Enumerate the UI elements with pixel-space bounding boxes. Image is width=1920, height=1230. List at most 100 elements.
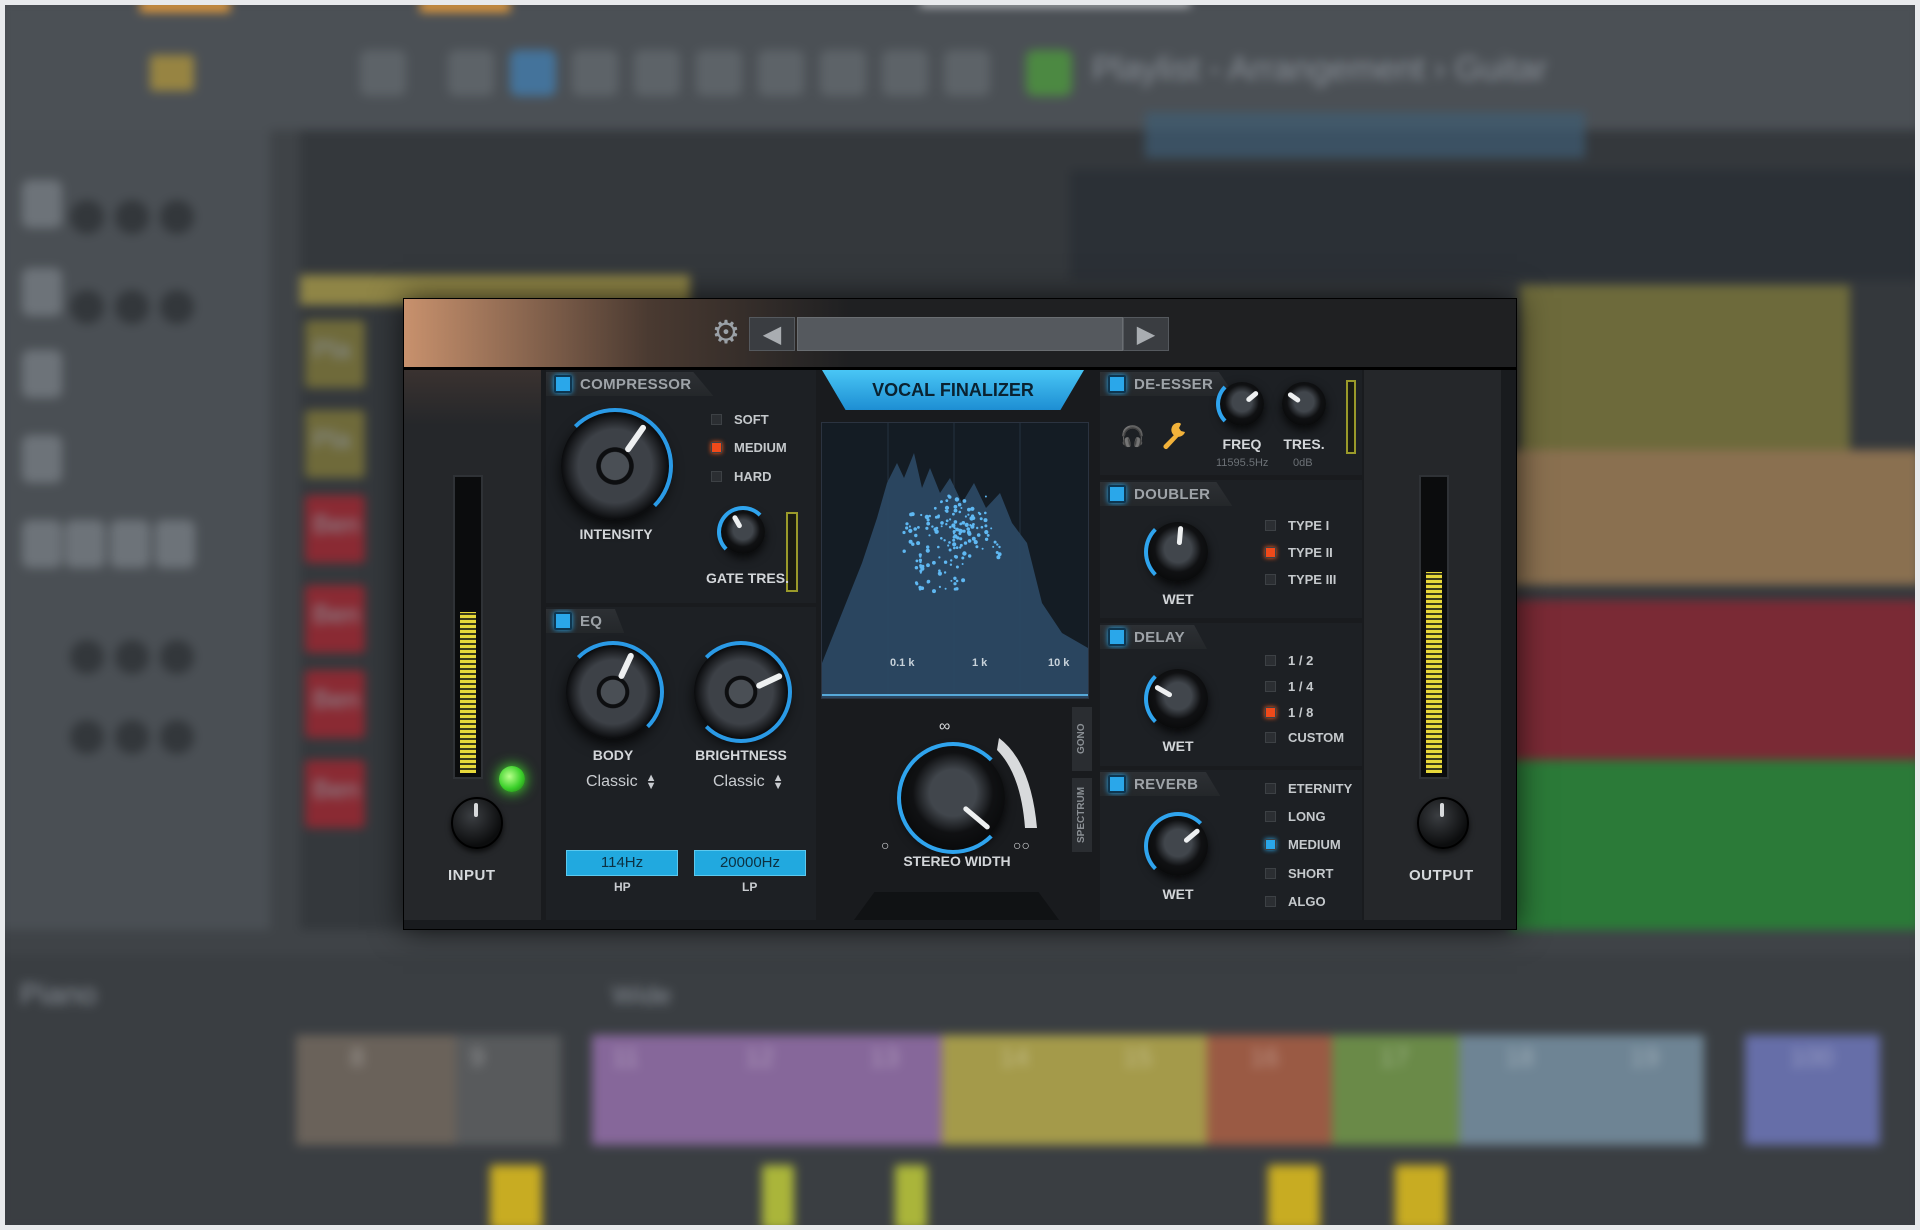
input-section: INPUT	[404, 370, 541, 920]
power-led[interactable]	[499, 766, 525, 792]
plugin-topbar: ⚙ ◀ ▶	[404, 299, 1516, 370]
intensity-label: INTENSITY	[579, 526, 653, 542]
vocal-finalizer-plugin: ⚙ ◀ ▶ INPUT OUTPUT COMPRESSOR INTENSITY …	[403, 298, 1517, 930]
magnet-icon[interactable]	[360, 50, 406, 96]
output-section: OUTPUT	[1364, 370, 1501, 920]
doubler-wet-label: WET	[1162, 591, 1194, 607]
mode-hard-option[interactable]: HARD	[711, 469, 772, 484]
lp-label: LP	[742, 880, 758, 894]
slice-icon[interactable]	[758, 50, 804, 96]
axis-tick-1k: 1 k	[972, 657, 988, 669]
deesser-enable-led[interactable]	[1108, 375, 1126, 393]
delay-title: DELAY	[1134, 628, 1185, 646]
wrench-icon[interactable]	[1158, 420, 1188, 450]
mode-soft-option[interactable]: SOFT	[711, 412, 769, 427]
input-label: INPUT	[448, 867, 496, 884]
compressor-title: COMPRESSOR	[580, 375, 692, 393]
pencil-icon[interactable]	[448, 50, 494, 96]
next-preset-button[interactable]: ▶	[1123, 317, 1169, 351]
deesser-title: DE-ESSER	[1134, 375, 1214, 393]
deesser-threshold-knob[interactable]	[1282, 382, 1326, 426]
delay-enable-led[interactable]	[1108, 628, 1126, 646]
brightness-type-selector[interactable]: Classic ▲ ▼	[713, 772, 783, 791]
stereo-width-scale	[997, 738, 1037, 828]
reverb-wet-label: WET	[1162, 886, 1194, 902]
lp-frequency-field[interactable]: 20000Hz	[694, 850, 806, 876]
eq-title: EQ	[580, 612, 603, 630]
reverb-eternity-option[interactable]: ETERNITY	[1265, 781, 1352, 796]
settings-gear-icon[interactable]: ⚙	[709, 315, 743, 349]
delay-custom-option[interactable]: CUSTOM	[1265, 730, 1344, 745]
headphones-icon[interactable]: 🎧	[1120, 424, 1145, 449]
select-icon[interactable]	[820, 50, 866, 96]
previous-preset-button[interactable]: ◀	[749, 317, 795, 351]
tres-label: TRES.	[1283, 436, 1325, 452]
stereo-width-label: STEREO WIDTH	[903, 853, 1011, 869]
spectrum-tab[interactable]: SPECTRUM	[1072, 778, 1092, 852]
mode-medium-option[interactable]: MEDIUM	[711, 440, 787, 455]
reverb-short-option[interactable]: SHORT	[1265, 866, 1334, 881]
doubler-type-2-option[interactable]: TYPE II	[1265, 545, 1333, 560]
body-knob[interactable]	[562, 641, 664, 743]
speaker-icon[interactable]	[944, 50, 990, 96]
reverb-title: REVERB	[1134, 775, 1199, 793]
input-meter	[453, 475, 483, 779]
compressor-section: COMPRESSOR INTENSITY SOFT MEDIUM HARD GA…	[546, 370, 816, 603]
hp-frequency-field[interactable]: 114Hz	[566, 850, 678, 876]
input-gain-knob[interactable]	[451, 797, 503, 849]
reverb-medium-option[interactable]: MEDIUM	[1265, 837, 1341, 852]
brush-icon[interactable]	[510, 50, 556, 96]
doubler-type-1-option[interactable]: TYPE I	[1265, 518, 1329, 533]
plugin-body: INPUT OUTPUT COMPRESSOR INTENSITY SOFT M…	[404, 370, 1516, 929]
brightness-knob[interactable]	[690, 641, 792, 743]
freq-label: FREQ	[1222, 436, 1262, 452]
reverb-enable-led[interactable]	[1108, 775, 1126, 793]
slip-icon[interactable]	[696, 50, 742, 96]
output-meter	[1419, 475, 1449, 779]
stereo-wide-icon: ∞	[939, 718, 951, 735]
gono-tab[interactable]: GONO	[1072, 707, 1092, 771]
gate-threshold-label: GATE TRES.	[706, 570, 789, 586]
axis-tick-10k: 10 k	[1048, 657, 1070, 669]
stereo-icon: ○○	[1013, 837, 1030, 853]
eq-section: EQ BODY BRIGHTNESS Classic ▲ ▼ Classic ▲ ▼ 1…	[546, 607, 816, 920]
mono-icon: ○	[881, 837, 890, 853]
reverb-wet-knob[interactable]	[1144, 812, 1212, 880]
playlist-icon[interactable]	[1026, 50, 1072, 96]
compressor-enable-led[interactable]	[554, 375, 572, 393]
delete-icon[interactable]	[572, 50, 618, 96]
reverb-long-option[interactable]: LONG	[1265, 809, 1326, 824]
freq-value: 11595.5Hz	[1216, 457, 1269, 469]
deesser-freq-knob[interactable]	[1216, 378, 1264, 430]
delay-wet-knob[interactable]	[1144, 665, 1208, 733]
spectrum-display: 0.1 k 1 k 10 k	[821, 422, 1089, 699]
deesser-meter	[1346, 380, 1356, 454]
doubler-title: DOUBLER	[1134, 485, 1211, 503]
doubler-type-3-option[interactable]: TYPE III	[1265, 572, 1336, 587]
eq-enable-led[interactable]	[554, 612, 572, 630]
playlist-breadcrumb[interactable]: Playlist - Arrangement › Guitar	[1092, 50, 1547, 89]
doubler-enable-led[interactable]	[1108, 485, 1126, 503]
plugin-title: VOCAL FINALIZER	[822, 370, 1084, 410]
reverb-section: REVERB WET ETERNITY LONG MEDIUM SHORT AL…	[1100, 770, 1362, 920]
tres-value: 0dB	[1293, 457, 1313, 469]
output-gain-knob[interactable]	[1417, 797, 1469, 849]
delay-quarter-option[interactable]: 1 / 4	[1265, 679, 1313, 694]
mute-icon[interactable]	[634, 50, 680, 96]
doubler-section: DOUBLER WET TYPE I TYPE II TYPE III	[1100, 480, 1362, 618]
delay-wet-label: WET	[1162, 738, 1194, 754]
doubler-wet-knob[interactable]	[1144, 518, 1208, 586]
delay-half-option[interactable]: 1 / 2	[1265, 653, 1313, 668]
delay-eighth-option[interactable]: 1 / 8	[1265, 705, 1313, 720]
preset-field[interactable]	[797, 317, 1123, 351]
delay-section: DELAY WET 1 / 2 1 / 4 1 / 8 CUSTOM	[1100, 623, 1362, 766]
stereo-width-knob[interactable]	[897, 742, 1009, 854]
deesser-section: DE-ESSER 🎧 FREQ TRES. 11595.5Hz 0dB	[1100, 370, 1362, 475]
body-label: BODY	[592, 747, 634, 763]
body-type-selector[interactable]: Classic ▲ ▼	[586, 772, 656, 791]
hp-label: HP	[614, 880, 631, 894]
gate-threshold-knob[interactable]	[717, 506, 769, 558]
intensity-knob[interactable]	[557, 408, 673, 524]
reverb-algo-option[interactable]: ALGO	[1265, 894, 1326, 909]
zoom-icon[interactable]	[882, 50, 928, 96]
